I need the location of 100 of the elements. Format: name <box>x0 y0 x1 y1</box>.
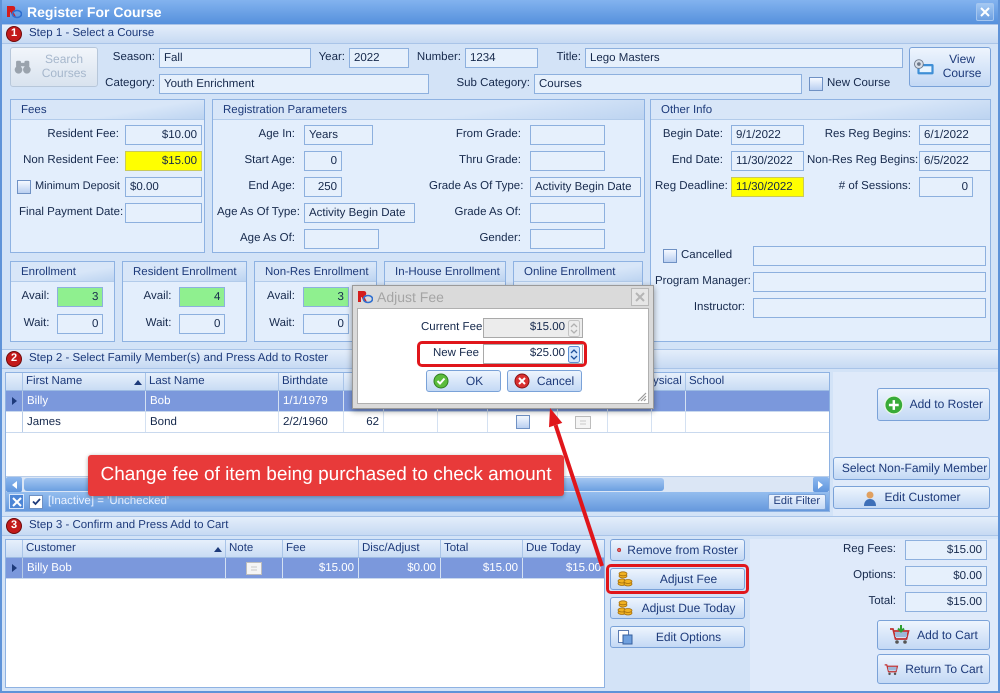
input-field[interactable]: Fall <box>159 48 311 68</box>
add-to-cart-button[interactable]: Add to Cart <box>877 620 990 650</box>
panel-header: Online Enrollment <box>514 262 642 282</box>
input-field[interactable] <box>125 203 202 223</box>
checkbox[interactable] <box>516 415 530 429</box>
field-label: Title: <box>556 51 582 65</box>
input-field[interactable] <box>753 298 986 318</box>
column-header[interactable]: Note <box>226 540 283 557</box>
column-header[interactable]: Total <box>441 540 523 557</box>
input-field[interactable]: $0.00 <box>125 177 202 197</box>
input-field[interactable] <box>530 229 605 249</box>
input-field[interactable]: 6/5/2022 <box>919 151 991 171</box>
input-field[interactable]: $10.00 <box>125 125 202 145</box>
step-title: Step 3 - Confirm and Press Add to Cart <box>29 519 228 533</box>
left-arrow-icon[interactable] <box>11 480 17 488</box>
input-field[interactable] <box>753 246 986 266</box>
checkbox[interactable] <box>29 494 43 508</box>
input-field[interactable]: Years <box>304 125 373 145</box>
table-cell: 62 <box>344 412 384 432</box>
field-label: # of Sessions: <box>838 180 912 194</box>
table-row[interactable]: James Bond 2/2/1960 62 <box>6 412 829 433</box>
input-field[interactable] <box>753 272 986 292</box>
field-label: Avail: <box>144 290 172 304</box>
cancel-button[interactable]: Cancel <box>507 370 582 392</box>
input-field[interactable]: Youth Enrichment <box>159 74 429 94</box>
x-circle-icon <box>514 373 530 389</box>
input-field[interactable]: 6/1/2022 <box>919 125 991 145</box>
input-field[interactable]: 0 <box>57 314 104 334</box>
column-header[interactable]: Birthdate <box>279 373 344 390</box>
remove-button[interactable]: Remove from Roster <box>610 539 745 561</box>
adjust-button[interactable]: Adjust Fee <box>610 568 745 590</box>
input-field[interactable]: $0.00 <box>905 566 987 586</box>
input-field[interactable]: 2022 <box>349 48 409 68</box>
coins-icon <box>617 571 633 587</box>
input-field[interactable]: 3 <box>302 287 349 307</box>
close-icon <box>635 292 645 302</box>
select-member-button[interactable]: Select Non-Family Member <box>833 457 990 480</box>
input-field[interactable]: 1234 <box>465 48 538 68</box>
input-field[interactable] <box>304 229 379 249</box>
field-label: Reg Deadline: <box>655 180 727 194</box>
field-label: Thru Grade: <box>458 154 522 168</box>
input-field[interactable]: 0 <box>302 314 349 334</box>
return-to-cart-button[interactable]: Return To Cart <box>877 654 990 684</box>
window-title: Register For Course <box>27 4 162 20</box>
panel-header: Other Info <box>651 100 990 120</box>
edit-options-button[interactable]: Edit Options <box>610 626 745 648</box>
input-field[interactable]: 0 <box>304 151 342 171</box>
table-cell: 1/1/1979 <box>279 391 344 411</box>
close-button[interactable] <box>976 3 994 21</box>
view-course-button[interactable]: View Course <box>909 47 991 87</box>
column-header[interactable]: First Name <box>23 373 146 390</box>
field-label: Non Resident Fee: <box>22 154 120 168</box>
input-field[interactable] <box>530 151 605 171</box>
step-badge: 3 <box>6 518 22 534</box>
input-field[interactable]: $15.00 <box>905 592 987 612</box>
column-header[interactable]: Last Name <box>146 373 279 390</box>
field-label: End Age: <box>247 180 296 194</box>
input-field[interactable]: 250 <box>304 177 342 197</box>
input-field[interactable]: 11/30/2022 <box>731 151 804 171</box>
input-field[interactable]: 9/1/2022 <box>731 125 804 145</box>
add-to-roster-button[interactable]: Add to Roster <box>877 388 990 421</box>
column-header[interactable]: Due Today <box>523 540 604 557</box>
input-field[interactable]: Lego Masters <box>585 48 903 68</box>
row-pointer-icon <box>12 564 16 572</box>
field-label: Age In: <box>258 128 296 142</box>
row-pointer-icon <box>12 397 16 405</box>
input-field[interactable] <box>530 203 605 223</box>
field-label: Non-Res Reg Begins: <box>807 154 915 168</box>
clear-filter-button[interactable] <box>9 494 24 509</box>
input-field[interactable]: 11/30/2022 <box>731 177 804 197</box>
checkbox[interactable] <box>809 77 823 91</box>
input-field[interactable]: 0 <box>919 177 973 197</box>
edit-customer-button[interactable]: Edit Customer <box>833 486 990 509</box>
input-field[interactable] <box>530 125 605 145</box>
column-header[interactable]: Customer <box>23 540 226 557</box>
input-field[interactable]: Activity Begin Date <box>304 203 415 223</box>
table-cell: $15.00 <box>283 558 359 578</box>
step-badge: 1 <box>6 26 22 42</box>
input-field[interactable]: $15.00 <box>125 151 202 171</box>
edit-filter-button[interactable]: Edit Filter <box>768 494 826 510</box>
column-header[interactable]: School <box>686 373 829 390</box>
checkbox[interactable] <box>17 180 31 194</box>
table-cell: $15.00 <box>523 558 604 578</box>
input-field[interactable]: 4 <box>179 287 226 307</box>
ok-button[interactable]: OK <box>426 370 501 392</box>
input-field[interactable]: 0 <box>179 314 226 334</box>
input-field[interactable]: $25.00 <box>483 344 583 364</box>
adjust-button[interactable]: Adjust Due Today <box>610 597 745 619</box>
checkbox[interactable] <box>663 249 677 263</box>
input-field[interactable]: Courses <box>534 74 802 94</box>
input-field[interactable]: Activity Begin Date <box>530 177 641 197</box>
close-button[interactable] <box>631 288 649 306</box>
right-arrow-icon[interactable] <box>818 480 824 488</box>
input-field[interactable]: $15.00 <box>905 540 987 560</box>
input-field[interactable]: 3 <box>57 287 104 307</box>
app-logo-icon <box>357 289 373 305</box>
checkbox-label: New Course <box>827 77 890 91</box>
column-header[interactable]: Disc/Adjust <box>359 540 441 557</box>
field-label: Wait: <box>22 317 50 331</box>
column-header[interactable]: Fee <box>283 540 359 557</box>
